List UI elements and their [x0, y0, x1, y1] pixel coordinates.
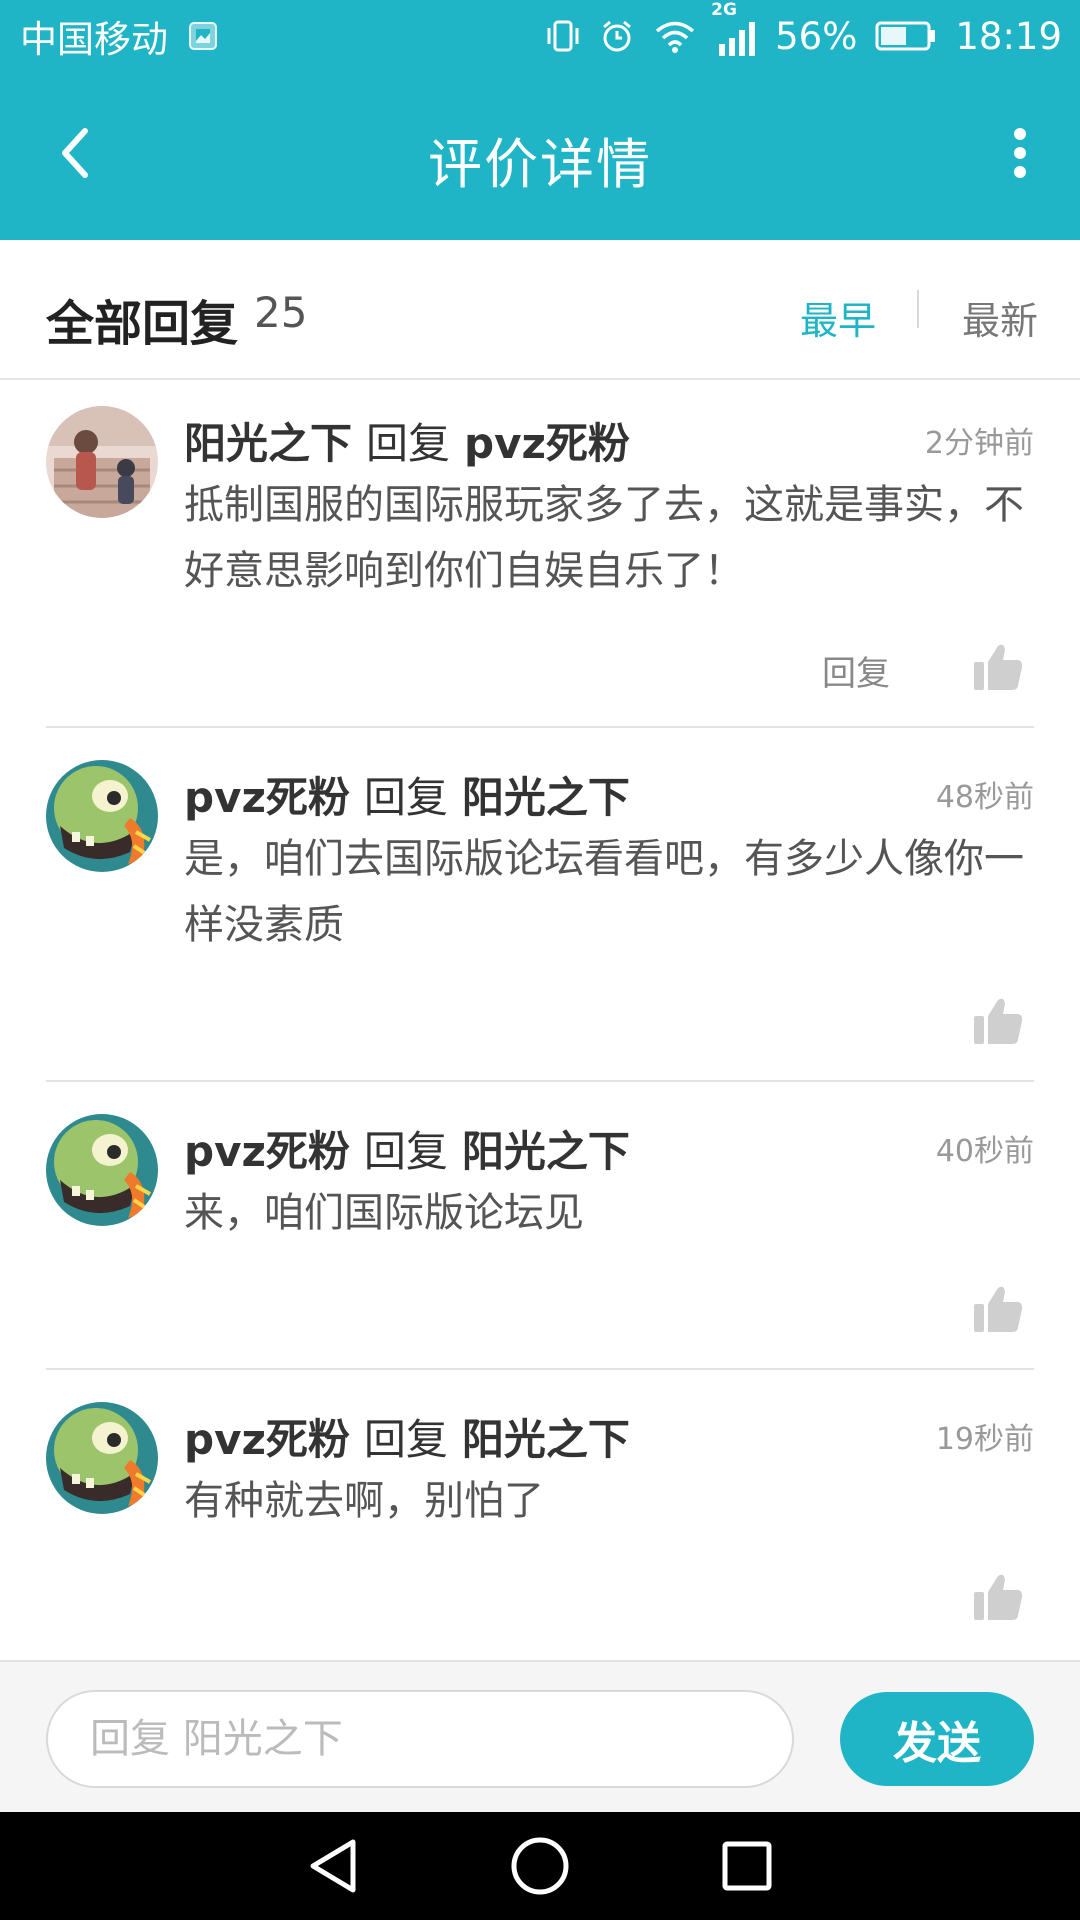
replies-header: 全部回复 25 最早 最新: [0, 240, 1080, 380]
status-bar: 中国移动 2G 56% 18:19: [0, 0, 1080, 72]
nav-home-button[interactable]: [500, 1826, 580, 1906]
comment-author[interactable]: 阳光之下: [184, 419, 352, 468]
more-options-button[interactable]: [990, 118, 1050, 188]
reply-button[interactable]: 回复: [822, 646, 890, 695]
reply-input-bar: 发送: [0, 1660, 1080, 1812]
reply-word: 回复: [363, 1415, 448, 1464]
zombie-avatar: [46, 760, 158, 872]
nav-recents-button[interactable]: [707, 1826, 787, 1906]
comment-time: 2分钟前: [924, 426, 1034, 461]
sort-divider: [917, 290, 919, 328]
comment-time: 19秒前: [935, 1422, 1034, 1457]
comment-time: 48秒前: [935, 780, 1034, 815]
system-nav-bar: [0, 1812, 1080, 1920]
comment-text: 抵制国服的国际服玩家多了去，这就是事实，不好意思影响到你们自娱自乐了！: [184, 482, 1024, 594]
more-vertical-icon: [1014, 128, 1026, 178]
home-circle-icon: [511, 1837, 569, 1895]
nav-back-button[interactable]: [293, 1826, 373, 1906]
reply-word: 回复: [363, 1127, 448, 1176]
gallery-icon: [188, 21, 218, 51]
comment-header: pvz死粉 回复 阳光之下: [184, 764, 630, 825]
divider: [46, 1368, 1034, 1370]
alarm-icon: [599, 18, 635, 54]
comment-author[interactable]: pvz死粉: [184, 773, 350, 822]
thumbs-up-icon: [974, 1574, 1023, 1620]
sort-latest-tab[interactable]: 最新: [962, 290, 1038, 345]
reply-target[interactable]: 阳光之下: [462, 773, 630, 822]
section-title: 全部回复: [46, 296, 239, 352]
sort-earliest-tab[interactable]: 最早: [800, 290, 876, 345]
page-title: 评价详情: [428, 133, 652, 196]
reply-word: 回复: [363, 773, 448, 822]
thumbs-up-icon: [974, 644, 1023, 690]
vibrate-icon: [545, 18, 581, 54]
comment-author[interactable]: pvz死粉: [184, 1415, 350, 1464]
app-header: 评价详情: [0, 72, 1080, 240]
back-triangle-icon: [310, 1839, 356, 1893]
comment-author[interactable]: pvz死粉: [184, 1127, 350, 1176]
comment-text: 是，咱们去国际版论坛看看吧，有多少人像你一样没素质: [184, 836, 1024, 948]
comment-header: pvz死粉 回复 阳光之下: [184, 1118, 630, 1179]
clock: 18:19: [955, 14, 1062, 58]
avatar[interactable]: [46, 1402, 158, 1514]
battery-icon: [875, 19, 937, 53]
like-button[interactable]: [972, 994, 1024, 1046]
comment-item: pvz死粉 回复 阳光之下 19秒前 有种就去啊，别怕了: [0, 1378, 1080, 1656]
battery-percent: 56%: [775, 14, 858, 58]
carrier-label: 中国移动: [20, 18, 168, 61]
avatar[interactable]: [46, 1114, 158, 1226]
zombie-avatar: [46, 1402, 158, 1514]
signal-icon: 2G: [711, 0, 757, 58]
comment-time: 40秒前: [935, 1134, 1034, 1169]
comment-item: pvz死粉 回复 阳光之下 40秒前 来，咱们国际版论坛见: [0, 1090, 1080, 1368]
reply-target[interactable]: 阳光之下: [462, 1415, 630, 1464]
send-button[interactable]: 发送: [840, 1692, 1034, 1786]
comment-header: 阳光之下 回复 pvz死粉: [184, 410, 630, 471]
reply-input[interactable]: [46, 1690, 794, 1788]
divider: [46, 726, 1034, 728]
thumbs-up-icon: [974, 1286, 1023, 1332]
reply-target[interactable]: pvz死粉: [464, 419, 630, 468]
like-button[interactable]: [972, 1282, 1024, 1334]
like-button[interactable]: [972, 1570, 1024, 1622]
reply-count: 25: [254, 288, 308, 337]
wifi-icon: [653, 18, 697, 54]
comment-text: 来，咱们国际版论坛见: [184, 1190, 584, 1236]
avatar[interactable]: [46, 760, 158, 872]
avatar[interactable]: [46, 406, 158, 518]
comment-text: 有种就去啊，别怕了: [184, 1478, 544, 1524]
top-bar: 中国移动 2G 56% 18:19 评价详情: [0, 0, 1080, 240]
reply-target[interactable]: 阳光之下: [462, 1127, 630, 1176]
recents-square-icon: [722, 1841, 772, 1891]
comment-item: 阳光之下 回复 pvz死粉 2分钟前 抵制国服的国际服玩家多了去，这就是事实，不好意…: [0, 382, 1080, 726]
like-button[interactable]: [972, 640, 1024, 692]
thumbs-up-icon: [974, 998, 1023, 1044]
zombie-avatar: [46, 1114, 158, 1226]
girl-illustration-avatar: [46, 406, 158, 518]
divider: [46, 1080, 1034, 1082]
comment-item: pvz死粉 回复 阳光之下 48秒前 是，咱们去国际版论坛看看吧，有多少人像你一样没…: [0, 736, 1080, 1080]
comment-header: pvz死粉 回复 阳光之下: [184, 1406, 630, 1467]
network-type-label: 2G: [711, 0, 737, 20]
reply-word: 回复: [366, 419, 451, 468]
